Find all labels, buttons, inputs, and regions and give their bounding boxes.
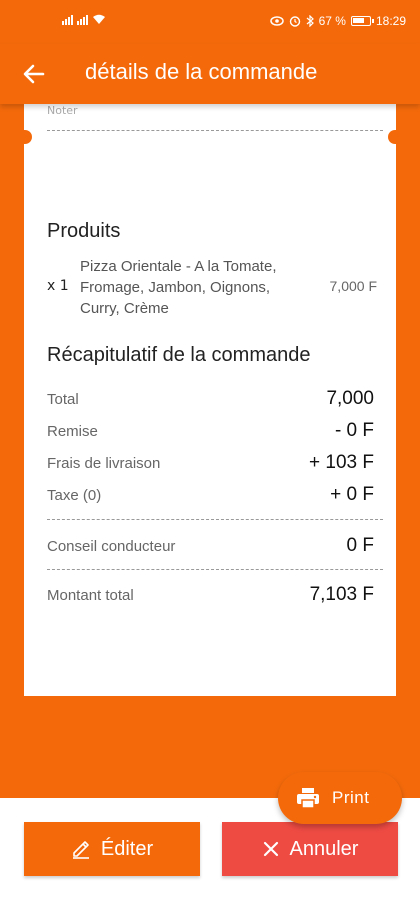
order-receipt: Noter Produits x 1 Pizza Orientale - A l… xyxy=(22,98,398,702)
alarm-icon xyxy=(289,16,300,27)
summary-label: Remise xyxy=(47,423,98,440)
note-label: Noter xyxy=(47,104,78,117)
summary-row-tax: Taxe (0) + 0 F xyxy=(47,484,374,508)
edit-label: Éditer xyxy=(100,837,154,860)
eye-icon xyxy=(269,16,284,26)
summary-value: 0 F xyxy=(346,535,374,556)
page-title: détails de la commande xyxy=(85,59,318,84)
summary-row-delivery-fee: Frais de livraison + 103 F xyxy=(47,452,374,476)
summary-divider xyxy=(47,519,383,520)
clock: 18:29 xyxy=(375,14,406,28)
pencil-icon xyxy=(72,841,89,859)
print-label: Print xyxy=(332,788,370,807)
receipt-notch-left xyxy=(22,130,32,144)
summary-row-grand-total: Montant total 7,103 F xyxy=(47,584,374,608)
summary-label: Taxe (0) xyxy=(47,487,102,504)
summary-row-total: Total 7,000 xyxy=(47,388,374,412)
product-price: 7,000 F xyxy=(329,278,377,294)
order-summary-heading: Récapitulatif de la commande xyxy=(47,344,311,366)
receipt-torn-edge xyxy=(24,698,396,702)
close-icon xyxy=(263,841,278,857)
print-button[interactable]: Print xyxy=(278,772,402,824)
summary-label: Montant total xyxy=(47,587,134,604)
signal-icons xyxy=(62,14,106,25)
summary-value: - 0 F xyxy=(334,420,374,441)
summary-label: Frais de livraison xyxy=(47,455,161,472)
grand-total-value: 7,103 F xyxy=(309,584,374,605)
cancel-button[interactable]: Annuler xyxy=(222,822,398,876)
edit-button[interactable]: Éditer xyxy=(24,822,200,876)
cancel-label: Annuler xyxy=(289,837,359,860)
battery-percent: 67 % xyxy=(318,14,346,28)
wifi-icon xyxy=(93,14,105,24)
app-bar: détails de la commande xyxy=(0,44,420,104)
summary-value: + 103 F xyxy=(309,452,374,473)
summary-row-discount: Remise - 0 F xyxy=(47,420,374,444)
receipt-tear-line xyxy=(47,130,383,131)
summary-value: 7,000 xyxy=(326,388,374,409)
summary-value: + 0 F xyxy=(330,484,374,505)
summary-divider xyxy=(47,569,383,570)
cellular-signal-2-icon xyxy=(77,15,88,25)
printer-icon xyxy=(297,788,319,809)
products-heading: Produits xyxy=(47,220,121,242)
status-bar: 67 % 18:29 xyxy=(0,0,420,44)
arrow-left-icon xyxy=(23,64,45,84)
summary-label: Conseil conducteur xyxy=(47,538,176,555)
battery-icon xyxy=(350,16,374,26)
bluetooth-icon xyxy=(306,15,314,27)
product-quantity: x 1 xyxy=(47,278,69,294)
receipt-notch-right xyxy=(388,130,398,144)
summary-row-driver-tip: Conseil conducteur 0 F xyxy=(47,535,374,559)
back-button[interactable] xyxy=(20,60,48,88)
product-name: Pizza Orientale - A la Tomate, Fromage, … xyxy=(80,258,277,317)
summary-label: Total xyxy=(47,391,79,408)
cellular-signal-icon xyxy=(62,15,73,25)
